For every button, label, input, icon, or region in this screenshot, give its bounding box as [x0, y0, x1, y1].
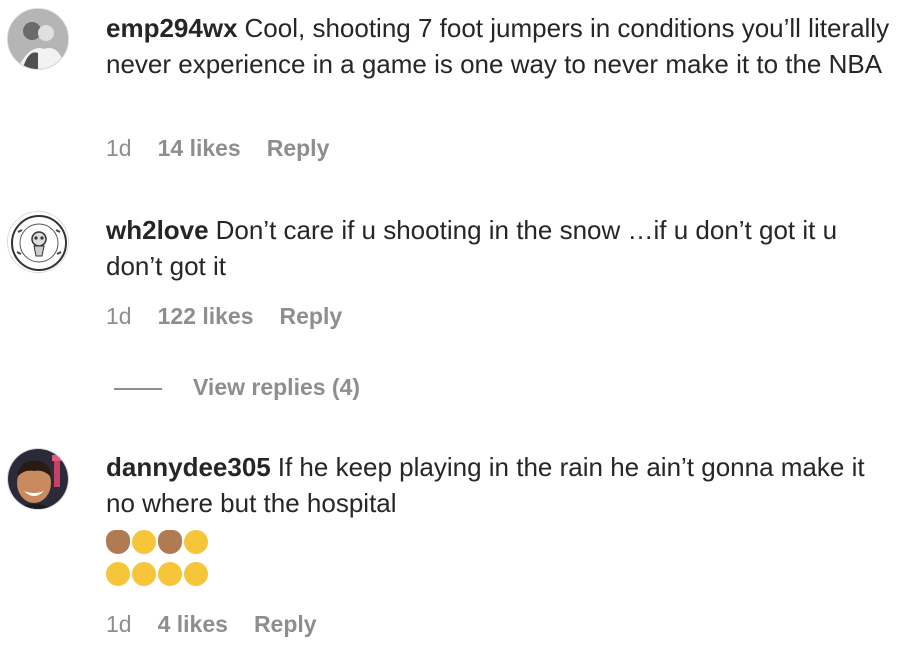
reply-button[interactable]: Reply: [280, 301, 343, 331]
comment-meta: 1d 4 likes Reply: [106, 609, 317, 639]
rofl-emoji: [106, 561, 130, 586]
comment-likes[interactable]: 122 likes: [158, 301, 254, 331]
shrug-emoji: [158, 529, 182, 554]
avatar[interactable]: [7, 211, 69, 273]
comment-likes[interactable]: 4 likes: [158, 609, 228, 639]
comment-meta: 1d 14 likes Reply: [106, 133, 329, 163]
view-replies-label: View replies (4): [193, 374, 361, 400]
avatar[interactable]: [7, 8, 69, 70]
view-replies-button[interactable]: View replies (4): [114, 372, 360, 402]
comment-likes[interactable]: 14 likes: [158, 133, 241, 163]
comment-text-block: dannydee305 If he keep playing in the rai…: [106, 449, 896, 589]
comment-text-block: emp294wx Cool, shooting 7 foot jumpers in…: [106, 10, 896, 82]
comment-text-block: wh2love Don’t care if u shooting in the s…: [106, 212, 896, 284]
upside-down-face-emoji: [184, 529, 208, 554]
joy-emoji: [158, 561, 182, 586]
comment-text: Don’t care if u shooting in the snow …if…: [106, 215, 838, 281]
comment-meta: 1d 122 likes Reply: [106, 301, 342, 331]
rofl-emoji: [132, 561, 156, 586]
avatar-image: [8, 212, 68, 272]
view-replies-divider: [114, 387, 162, 390]
avatar[interactable]: [7, 448, 69, 510]
avatar-image: [8, 449, 68, 509]
comment-timestamp: 1d: [106, 611, 132, 637]
comment-timestamp: 1d: [106, 303, 132, 329]
comment-username[interactable]: emp294wx: [106, 13, 238, 43]
woozy-face-emoji: [132, 529, 156, 554]
reply-button[interactable]: Reply: [267, 133, 330, 163]
comment-timestamp: 1d: [106, 135, 132, 161]
emoji-line: [106, 525, 896, 557]
reply-button[interactable]: Reply: [254, 609, 317, 639]
rofl-emoji: [184, 561, 208, 586]
avatar-image: [8, 9, 68, 69]
facepalm-emoji: [106, 529, 130, 554]
comment-username[interactable]: wh2love: [106, 215, 209, 245]
comment-username[interactable]: dannydee305: [106, 452, 271, 482]
emoji-line: [106, 557, 896, 589]
